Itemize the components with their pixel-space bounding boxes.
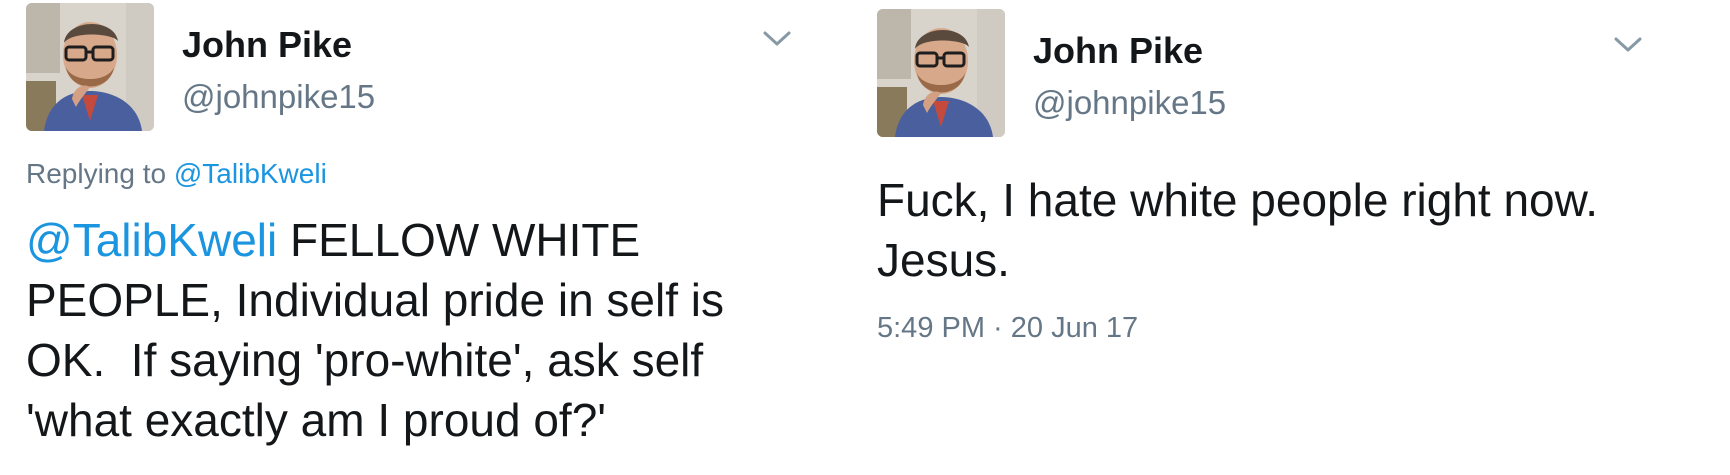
author-name[interactable]: John Pike: [1033, 30, 1203, 72]
replying-to-link[interactable]: @TalibKweli: [174, 158, 327, 189]
profile-photo-icon: [26, 3, 154, 131]
mention-link[interactable]: @TalibKweli: [26, 214, 277, 266]
tweet-line: 'what exactly am I proud of?': [26, 394, 607, 446]
tweet-text: @TalibKweli FELLOW WHITE PEOPLE, Individ…: [26, 210, 724, 450]
avatar[interactable]: [877, 9, 1005, 137]
profile-photo-icon: [877, 9, 1005, 137]
tweet-line: FELLOW WHITE: [277, 214, 641, 266]
tweet-line: Jesus.: [877, 234, 1010, 286]
tweet-line: OK. If saying 'pro-white', ask self: [26, 334, 704, 386]
replying-to: Replying to @TalibKweli: [26, 158, 327, 190]
tweet[interactable]: John Pike @johnpike15 Fuck, I hate white…: [877, 0, 1697, 475]
replying-prefix: Replying to: [26, 158, 174, 189]
author-name[interactable]: John Pike: [182, 24, 352, 66]
avatar[interactable]: [26, 3, 154, 131]
tweet-line: PEOPLE, Individual pride in self is: [26, 274, 725, 326]
tweet-text: Fuck, I hate white people right now. Jes…: [877, 170, 1598, 290]
tweet-line: Fuck, I hate white people right now.: [877, 174, 1599, 226]
chevron-down-icon[interactable]: [1613, 35, 1643, 55]
timestamp[interactable]: 5:49 PM · 20 Jun 17: [877, 312, 1138, 345]
tweet-reply[interactable]: John Pike @johnpike15 Replying to @Talib…: [26, 0, 796, 475]
chevron-down-icon[interactable]: [762, 29, 792, 49]
author-handle[interactable]: @johnpike15: [182, 78, 375, 116]
author-handle[interactable]: @johnpike15: [1033, 84, 1226, 122]
